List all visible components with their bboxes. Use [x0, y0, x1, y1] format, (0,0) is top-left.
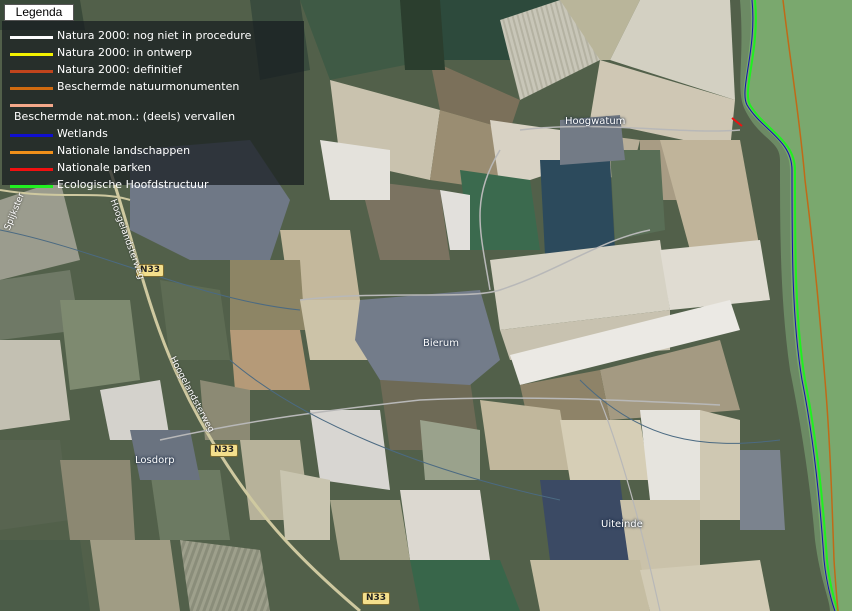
legend-swatch [10, 36, 53, 39]
road-shield-n33: N33 [362, 592, 391, 605]
legend-label: Nationale parken [57, 161, 152, 174]
legend-label: Wetlands [57, 127, 108, 140]
legend-label: Natura 2000: in ontwerp [57, 46, 193, 59]
legend-swatch [10, 168, 53, 171]
place-label-losdorp: Losdorp [135, 455, 175, 466]
legend-swatch [10, 104, 53, 107]
legend-swatch [10, 185, 53, 188]
place-label-bierum: Bierum [423, 338, 459, 349]
legend-swatch [10, 151, 53, 154]
legend-label: Ecologische Hoofdstructuur [57, 178, 209, 191]
legend-label: Beschermde natuurmonumenten [57, 80, 240, 93]
place-label-uiteinde: Uiteinde [601, 519, 643, 530]
legend-label: Natura 2000: definitief [57, 63, 182, 76]
legend-label: Natura 2000: nog niet in procedure [57, 29, 252, 42]
legend-swatch [10, 87, 53, 90]
legend-swatch [10, 70, 53, 73]
legend-swatch [10, 134, 53, 137]
legend-swatch [10, 53, 53, 56]
legend-toggle-button[interactable]: Legenda [4, 4, 74, 21]
legend-label: Beschermde nat.mon.: (deels) vervallen [14, 110, 236, 123]
place-label-hoogwatum: Hoogwatum [565, 116, 626, 127]
road-shield-n33: N33 [210, 444, 239, 457]
legend-label: Nationale landschappen [57, 144, 191, 157]
legend-panel: Natura 2000: nog niet in procedure Natur… [2, 21, 304, 191]
